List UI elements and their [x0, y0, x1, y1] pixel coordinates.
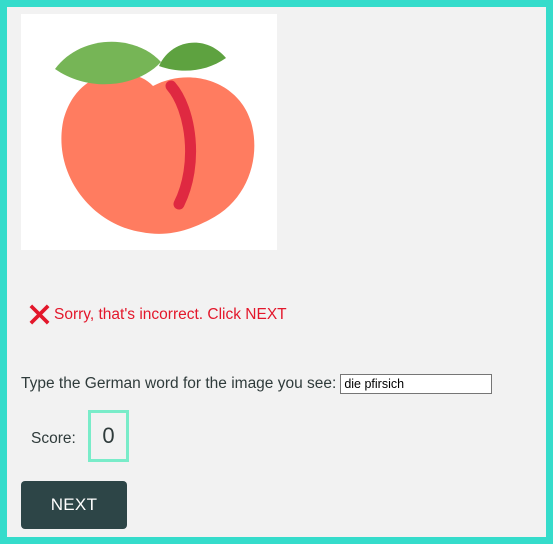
quiz-frame: Sorry, that's incorrect. Click NEXT Type… [0, 0, 553, 544]
score-label: Score: [31, 430, 76, 447]
question-prompt: Type the German word for the image you s… [21, 375, 337, 392]
next-button[interactable]: NEXT [21, 481, 127, 529]
question-row: Type the German word for the image you s… [21, 374, 493, 394]
quiz-image [21, 14, 277, 250]
feedback-text: Sorry, that's incorrect. Click NEXT [54, 305, 287, 323]
score-box: 0 [88, 410, 129, 462]
answer-input[interactable] [340, 374, 493, 394]
feedback-message: Sorry, that's incorrect. Click NEXT [29, 304, 287, 325]
peach-icon [55, 41, 255, 234]
red-x-icon [29, 304, 50, 325]
score-value: 0 [102, 423, 115, 448]
